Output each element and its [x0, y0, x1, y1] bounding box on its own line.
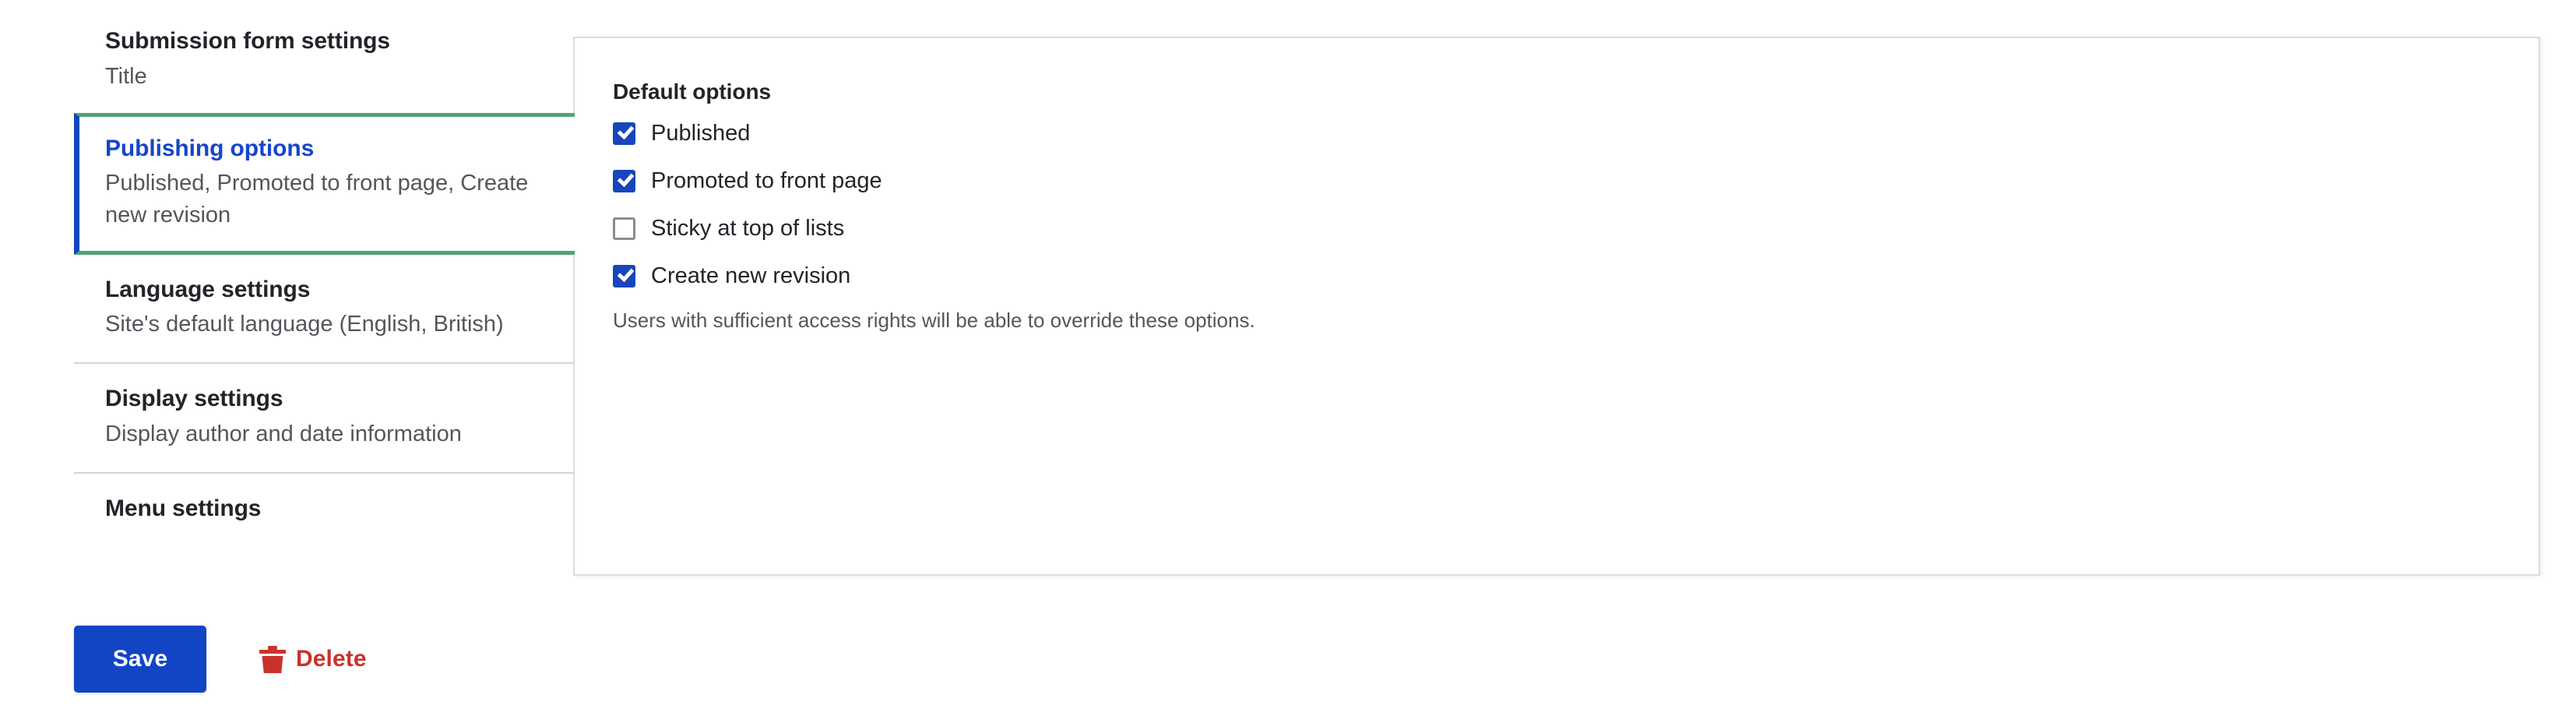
tab-summary: Site's default language (English, Britis… — [105, 312, 504, 337]
checkbox-promoted-to-front-page[interactable] — [613, 169, 635, 192]
tab-title: Menu settings — [105, 495, 262, 521]
panel-help-text: Users with sufficient access rights will… — [613, 308, 1255, 332]
trash-icon — [259, 646, 286, 673]
checkbox-row-sticky-at-top-of-lists[interactable]: Sticky at top of lists — [613, 217, 2539, 240]
vertical-tabs-container: Submission form settings Title Publishin… — [0, 0, 2576, 608]
sidebar-item-publishing-options[interactable]: Publishing options Published, Promoted t… — [74, 112, 575, 255]
delete-label: Delete — [296, 646, 367, 672]
sidebar-item-submission-form-settings[interactable]: Submission form settings Title — [74, 0, 575, 115]
checkbox-row-create-new-revision[interactable]: Create new revision — [613, 263, 2539, 288]
checkbox-row-promoted-to-front-page[interactable]: Promoted to front page — [613, 168, 2539, 193]
tab-summary: Title — [105, 63, 147, 89]
tab-title: Publishing options — [105, 135, 315, 161]
checkbox-row-published[interactable]: Published — [613, 122, 2539, 145]
delete-button[interactable]: Delete — [259, 644, 367, 674]
tab-details-panel: Default options Published Promoted to fr… — [573, 37, 2540, 576]
form-actions: Save Delete — [74, 626, 367, 693]
checkbox-create-new-revision[interactable] — [613, 264, 635, 287]
checkbox-label: Sticky at top of lists — [651, 215, 845, 241]
tab-summary: Published, Promoted to front page, Creat… — [105, 171, 529, 228]
save-button[interactable]: Save — [74, 626, 206, 693]
checkbox-label: Create new revision — [651, 263, 851, 288]
tab-details-panel-inner: Default options Published Promoted to fr… — [575, 38, 2539, 333]
panel-heading: Default options — [613, 79, 772, 104]
checkbox-sticky-at-top-of-lists[interactable] — [613, 217, 635, 240]
sidebar-item-menu-settings[interactable]: Menu settings — [74, 471, 575, 545]
tab-title: Language settings — [105, 276, 311, 302]
checkbox-label: Promoted to front page — [651, 168, 882, 193]
sidebar-item-language-settings[interactable]: Language settings Site's default languag… — [74, 254, 575, 363]
checkbox-label: Published — [651, 120, 751, 146]
checkbox-published[interactable] — [613, 122, 635, 145]
tab-summary: Display author and date information — [105, 421, 462, 446]
sidebar-item-display-settings[interactable]: Display settings Display author and date… — [74, 362, 575, 472]
tab-title: Submission form settings — [105, 28, 390, 54]
tab-title: Display settings — [105, 386, 283, 412]
vertical-tab-list: Submission form settings Title Publishin… — [74, 0, 575, 545]
